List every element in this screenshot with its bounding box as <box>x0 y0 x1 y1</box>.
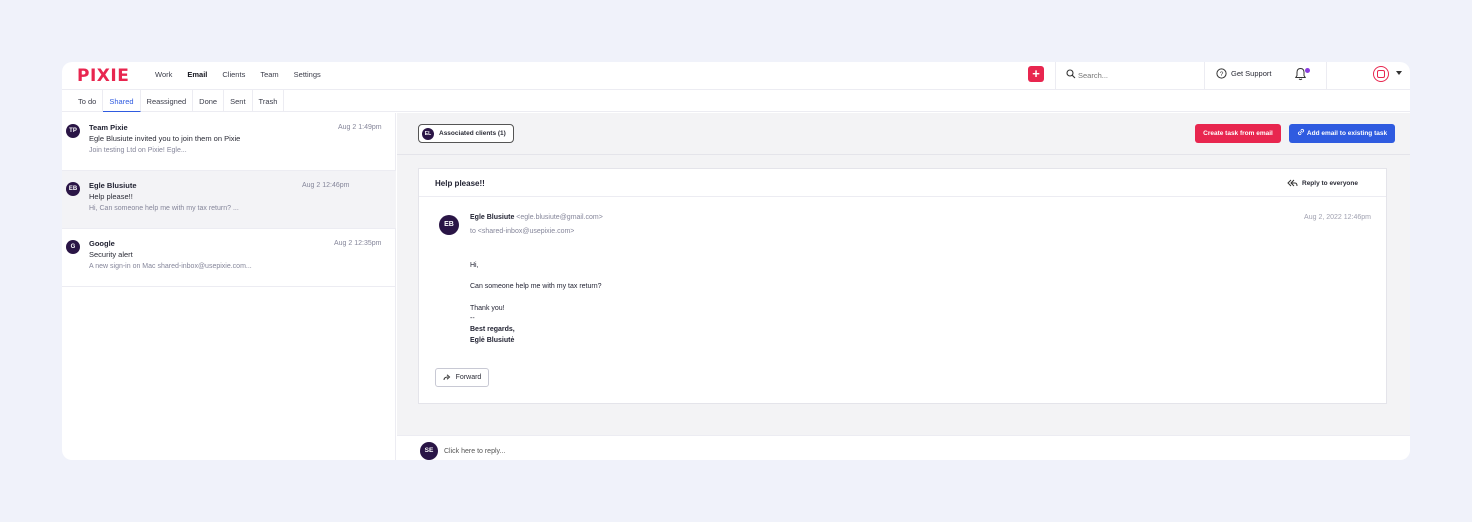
sender-email: <egle.blusiute@gmail.com> <box>516 214 603 221</box>
email-sender: Google <box>89 239 115 248</box>
avatar: EL <box>422 127 434 140</box>
tab-trash[interactable]: Trash <box>253 90 285 112</box>
user-avatar-icon[interactable] <box>1373 66 1389 82</box>
email-preview: Join testing Ltd on Pixie! Egle... <box>89 147 187 154</box>
avatar: EB <box>439 215 459 235</box>
search-icon <box>1066 69 1076 79</box>
nav-work[interactable]: Work <box>155 70 172 79</box>
forward-label: Forward <box>455 374 482 381</box>
reply-all-icon <box>1287 179 1298 187</box>
message-thanks: Thank you! <box>470 305 505 312</box>
header-divider <box>1326 62 1327 89</box>
email-preview: A new sign-in on Mac shared-inbox@usepix… <box>89 263 252 270</box>
reply-bar[interactable]: SE Click here to reply... <box>397 435 1410 460</box>
email-subject: Help please!! <box>89 192 133 201</box>
tab-sent[interactable]: Sent <box>224 90 253 112</box>
nav-clients[interactable]: Clients <box>222 70 245 79</box>
chevron-down-icon[interactable] <box>1396 71 1402 75</box>
email-message-card: Help please!! Reply to everyone EB Egle … <box>418 168 1387 404</box>
create-task-button[interactable]: Create task from email <box>1195 124 1281 143</box>
app-window: PIXIE Work Email Clients Team Settings +… <box>62 62 1410 460</box>
email-date: Aug 2 12:35pm <box>334 240 382 247</box>
help-circle-icon: ? <box>1216 68 1227 79</box>
message-body-line: Can someone help me with my tax return? <box>470 283 602 290</box>
get-support-label: Get Support <box>1231 69 1272 78</box>
message-title: Help please!! <box>435 179 485 188</box>
main-nav: Work Email Clients Team Settings <box>155 70 321 79</box>
associated-clients-label: Associated clients (1) <box>439 130 506 137</box>
reply-to-everyone-label: Reply to everyone <box>1302 179 1358 187</box>
top-bar: PIXIE Work Email Clients Team Settings +… <box>62 62 1410 90</box>
email-detail-pane: EL Associated clients (1) Create task fr… <box>397 113 1410 460</box>
add-to-existing-task-label: Add email to existing task <box>1306 130 1388 137</box>
nav-settings[interactable]: Settings <box>294 70 321 79</box>
avatar: EB <box>66 182 80 196</box>
search-box <box>1055 62 1205 89</box>
signature-regards: Best regards, <box>470 326 515 333</box>
message-date: Aug 2, 2022 12:46pm <box>1304 214 1371 221</box>
avatar: TP <box>66 124 80 138</box>
signature-separator: -- <box>470 315 475 322</box>
email-folder-tabs: To do Shared Reassigned Done Sent Trash <box>62 90 1410 112</box>
email-sender: Team Pixie <box>89 123 128 132</box>
reply-to-everyone-button[interactable]: Reply to everyone <box>1287 179 1358 187</box>
recipient-line: to <shared-inbox@usepixie.com> <box>470 228 575 235</box>
message-greeting: Hi, <box>470 262 479 269</box>
signature-name: Eglė Blusiutė <box>470 337 515 344</box>
forward-icon <box>443 374 450 381</box>
email-date: Aug 2 1:49pm <box>338 124 382 131</box>
tab-reassigned[interactable]: Reassigned <box>141 90 194 112</box>
nav-email[interactable]: Email <box>187 70 207 79</box>
email-subject: Security alert <box>89 250 133 259</box>
email-date: Aug 2 12:46pm <box>302 182 350 189</box>
avatar: SE <box>420 442 438 460</box>
avatar: G <box>66 240 80 254</box>
email-sender: Egle Blusiute <box>89 181 137 190</box>
get-support-link[interactable]: ? Get Support <box>1216 68 1271 79</box>
sender-name: Egle Blusiute <egle.blusiute@gmail.com> <box>470 214 603 221</box>
email-subject: Egle Blusiute invited you to join them o… <box>89 134 241 143</box>
search-input[interactable] <box>1078 68 1193 82</box>
sender-name-text: Egle Blusiute <box>470 214 515 221</box>
nav-team[interactable]: Team <box>260 70 278 79</box>
email-list-item[interactable]: TP Team Pixie Egle Blusiute invited you … <box>62 113 396 171</box>
notification-dot <box>1305 68 1310 73</box>
add-button[interactable]: + <box>1028 66 1044 82</box>
svg-text:?: ? <box>1220 71 1224 78</box>
email-list: TP Team Pixie Egle Blusiute invited you … <box>62 113 396 460</box>
tab-to-do[interactable]: To do <box>72 90 104 112</box>
pixie-logo[interactable]: PIXIE <box>77 66 129 86</box>
message-header: Help please!! Reply to everyone <box>419 169 1386 197</box>
reply-placeholder[interactable]: Click here to reply... <box>444 448 505 455</box>
add-to-existing-task-button[interactable]: Add email to existing task <box>1289 124 1395 143</box>
email-preview: Hi, Can someone help me with my tax retu… <box>89 205 239 212</box>
detail-toolbar: EL Associated clients (1) Create task fr… <box>397 113 1410 155</box>
forward-button[interactable]: Forward <box>435 368 489 387</box>
tab-shared[interactable]: Shared <box>103 90 141 112</box>
link-icon <box>1297 128 1304 136</box>
email-list-item[interactable]: G Google Security alert A new sign-in on… <box>62 229 396 287</box>
email-list-item[interactable]: EB Egle Blusiute Help please!! Hi, Can s… <box>62 171 396 229</box>
tab-done[interactable]: Done <box>193 90 225 112</box>
associated-clients-button[interactable]: EL Associated clients (1) <box>418 124 514 143</box>
